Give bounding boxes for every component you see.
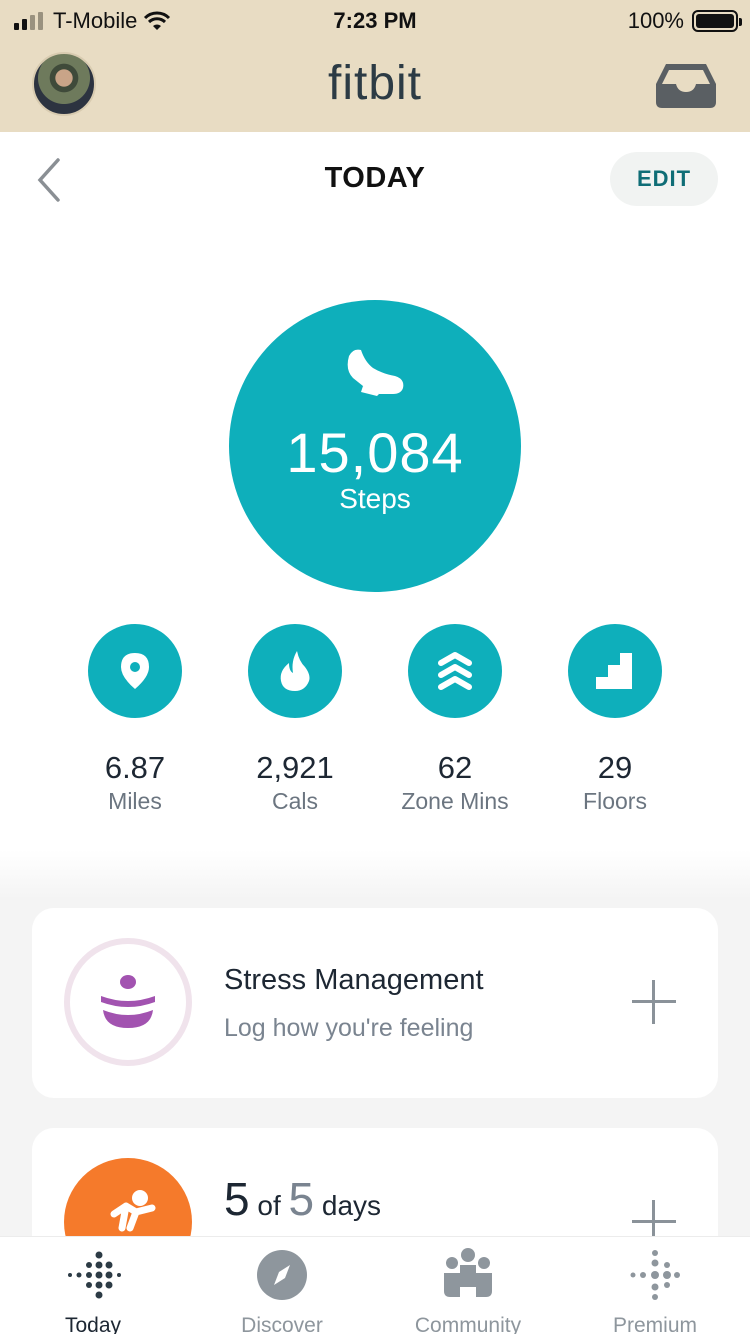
compass-icon	[257, 1250, 307, 1300]
stress-card[interactable]: Stress Management Log how you're feeling	[32, 908, 718, 1098]
steps-label: Steps	[339, 483, 411, 514]
stat-label: Floors	[583, 788, 647, 814]
exercise-days: 5 of 5 days	[224, 1172, 381, 1226]
battery-icon	[692, 10, 742, 32]
community-people-icon	[444, 1248, 492, 1297]
days-total: 5	[288, 1173, 315, 1225]
flame-icon	[248, 624, 342, 718]
shoe-icon	[347, 349, 404, 396]
battery-percent: 100%	[627, 8, 684, 33]
nav-label: Community	[414, 1314, 522, 1334]
status-bar: T-Mobile 7:23 PM 100%	[0, 0, 750, 40]
stress-meditation-icon	[64, 938, 192, 1066]
nav-premium[interactable]: Premium	[575, 1247, 735, 1334]
stat-value: 29	[597, 750, 633, 785]
stairs-icon	[568, 624, 662, 718]
nav-label: Discover	[241, 1314, 323, 1334]
days-unit: days	[321, 1190, 382, 1221]
inbox-icon[interactable]	[656, 62, 716, 108]
stress-subtitle: Log how you're feeling	[224, 1014, 474, 1042]
nav-today[interactable]: Today	[13, 1247, 173, 1334]
location-pin-icon	[88, 624, 182, 718]
steps-value: 15,084	[286, 421, 464, 484]
nav-label: Premium	[612, 1314, 697, 1334]
add-stress-button[interactable]	[632, 980, 676, 1024]
nav-community[interactable]: Community	[388, 1247, 548, 1334]
premium-dots-icon	[630, 1250, 680, 1300]
days-count: 5	[224, 1173, 250, 1225]
bottom-nav: Today Discover Community Premium	[0, 1236, 750, 1334]
nav-label: Today	[64, 1314, 122, 1334]
edit-button[interactable]: EDIT	[610, 152, 718, 206]
nav-discover[interactable]: Discover	[202, 1247, 362, 1334]
steps-tile[interactable]: 15,084 Steps	[229, 300, 521, 592]
days-of: of	[257, 1190, 281, 1221]
status-right: 100%	[627, 8, 742, 34]
stat-floors[interactable]: 29 Floors	[515, 624, 715, 815]
fitbit-logo: fitbit	[327, 57, 423, 110]
zone-chevrons-icon	[408, 624, 502, 718]
fitbit-dots-icon	[68, 1251, 121, 1299]
stress-title: Stress Management	[224, 964, 484, 996]
